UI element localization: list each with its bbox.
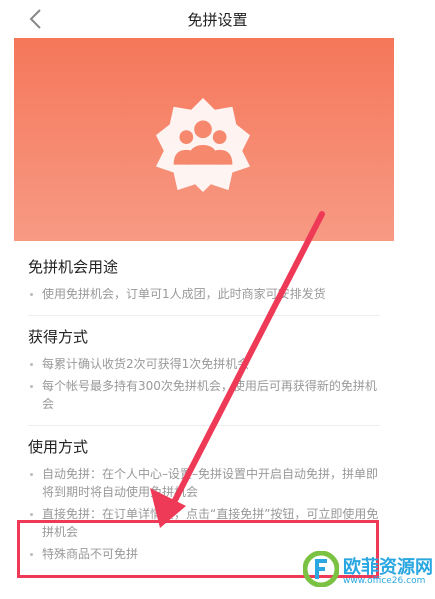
divider — [28, 315, 380, 316]
group-badge-icon — [155, 97, 251, 193]
section-obtain: 获得方式 每累计确认收货2次可获得1次免拼机会 每个帐号最多持有300次免拼机会… — [14, 326, 394, 426]
page-title: 免拼设置 — [187, 11, 248, 29]
section-title: 使用方式 — [28, 438, 89, 456]
free-group-banner: 5次免拼机会 — [14, 38, 394, 262]
section-title: 获得方式 — [28, 328, 89, 346]
bullet-item: 直接免拼：在订单详情页，点击“直接免拼”按钮，可立即使用免拼机会 — [14, 505, 394, 541]
section-usage: 免拼机会用途 使用免拼机会，订单可1人成团，此时商家可安排发货 — [14, 256, 394, 316]
watermark: 欧菲资源网 www.office26.com — [303, 545, 433, 599]
bullet-item: 每个帐号最多持有300次免拼机会，使用后可再获得新的免拼机会 — [14, 377, 394, 413]
bullet-item: 使用免拼机会，订单可1人成团，此时商家可安排发货 — [14, 285, 394, 303]
watermark-logo-icon — [303, 551, 339, 587]
divider — [28, 425, 380, 426]
bullet-item: 自动免拼：在个人中心–设置–免拼设置中开启自动免拼，拼单即将到期时将自动使用免拼… — [14, 465, 394, 501]
section-title: 免拼机会用途 — [28, 258, 119, 276]
bullet-item: 每累计确认收货2次可获得1次免拼机会 — [14, 355, 394, 373]
watermark-url: www.office26.com — [343, 576, 426, 586]
top-nav-bar: 免拼设置 — [0, 0, 435, 38]
rules-content: 免拼机会用途 使用免拼机会，订单可1人成团，此时商家可安排发货 获得方式 每累计… — [14, 246, 394, 567]
section-use: 使用方式 自动免拼：在个人中心–设置–免拼设置中开启自动免拼，拼单即将到期时将自… — [14, 436, 394, 563]
